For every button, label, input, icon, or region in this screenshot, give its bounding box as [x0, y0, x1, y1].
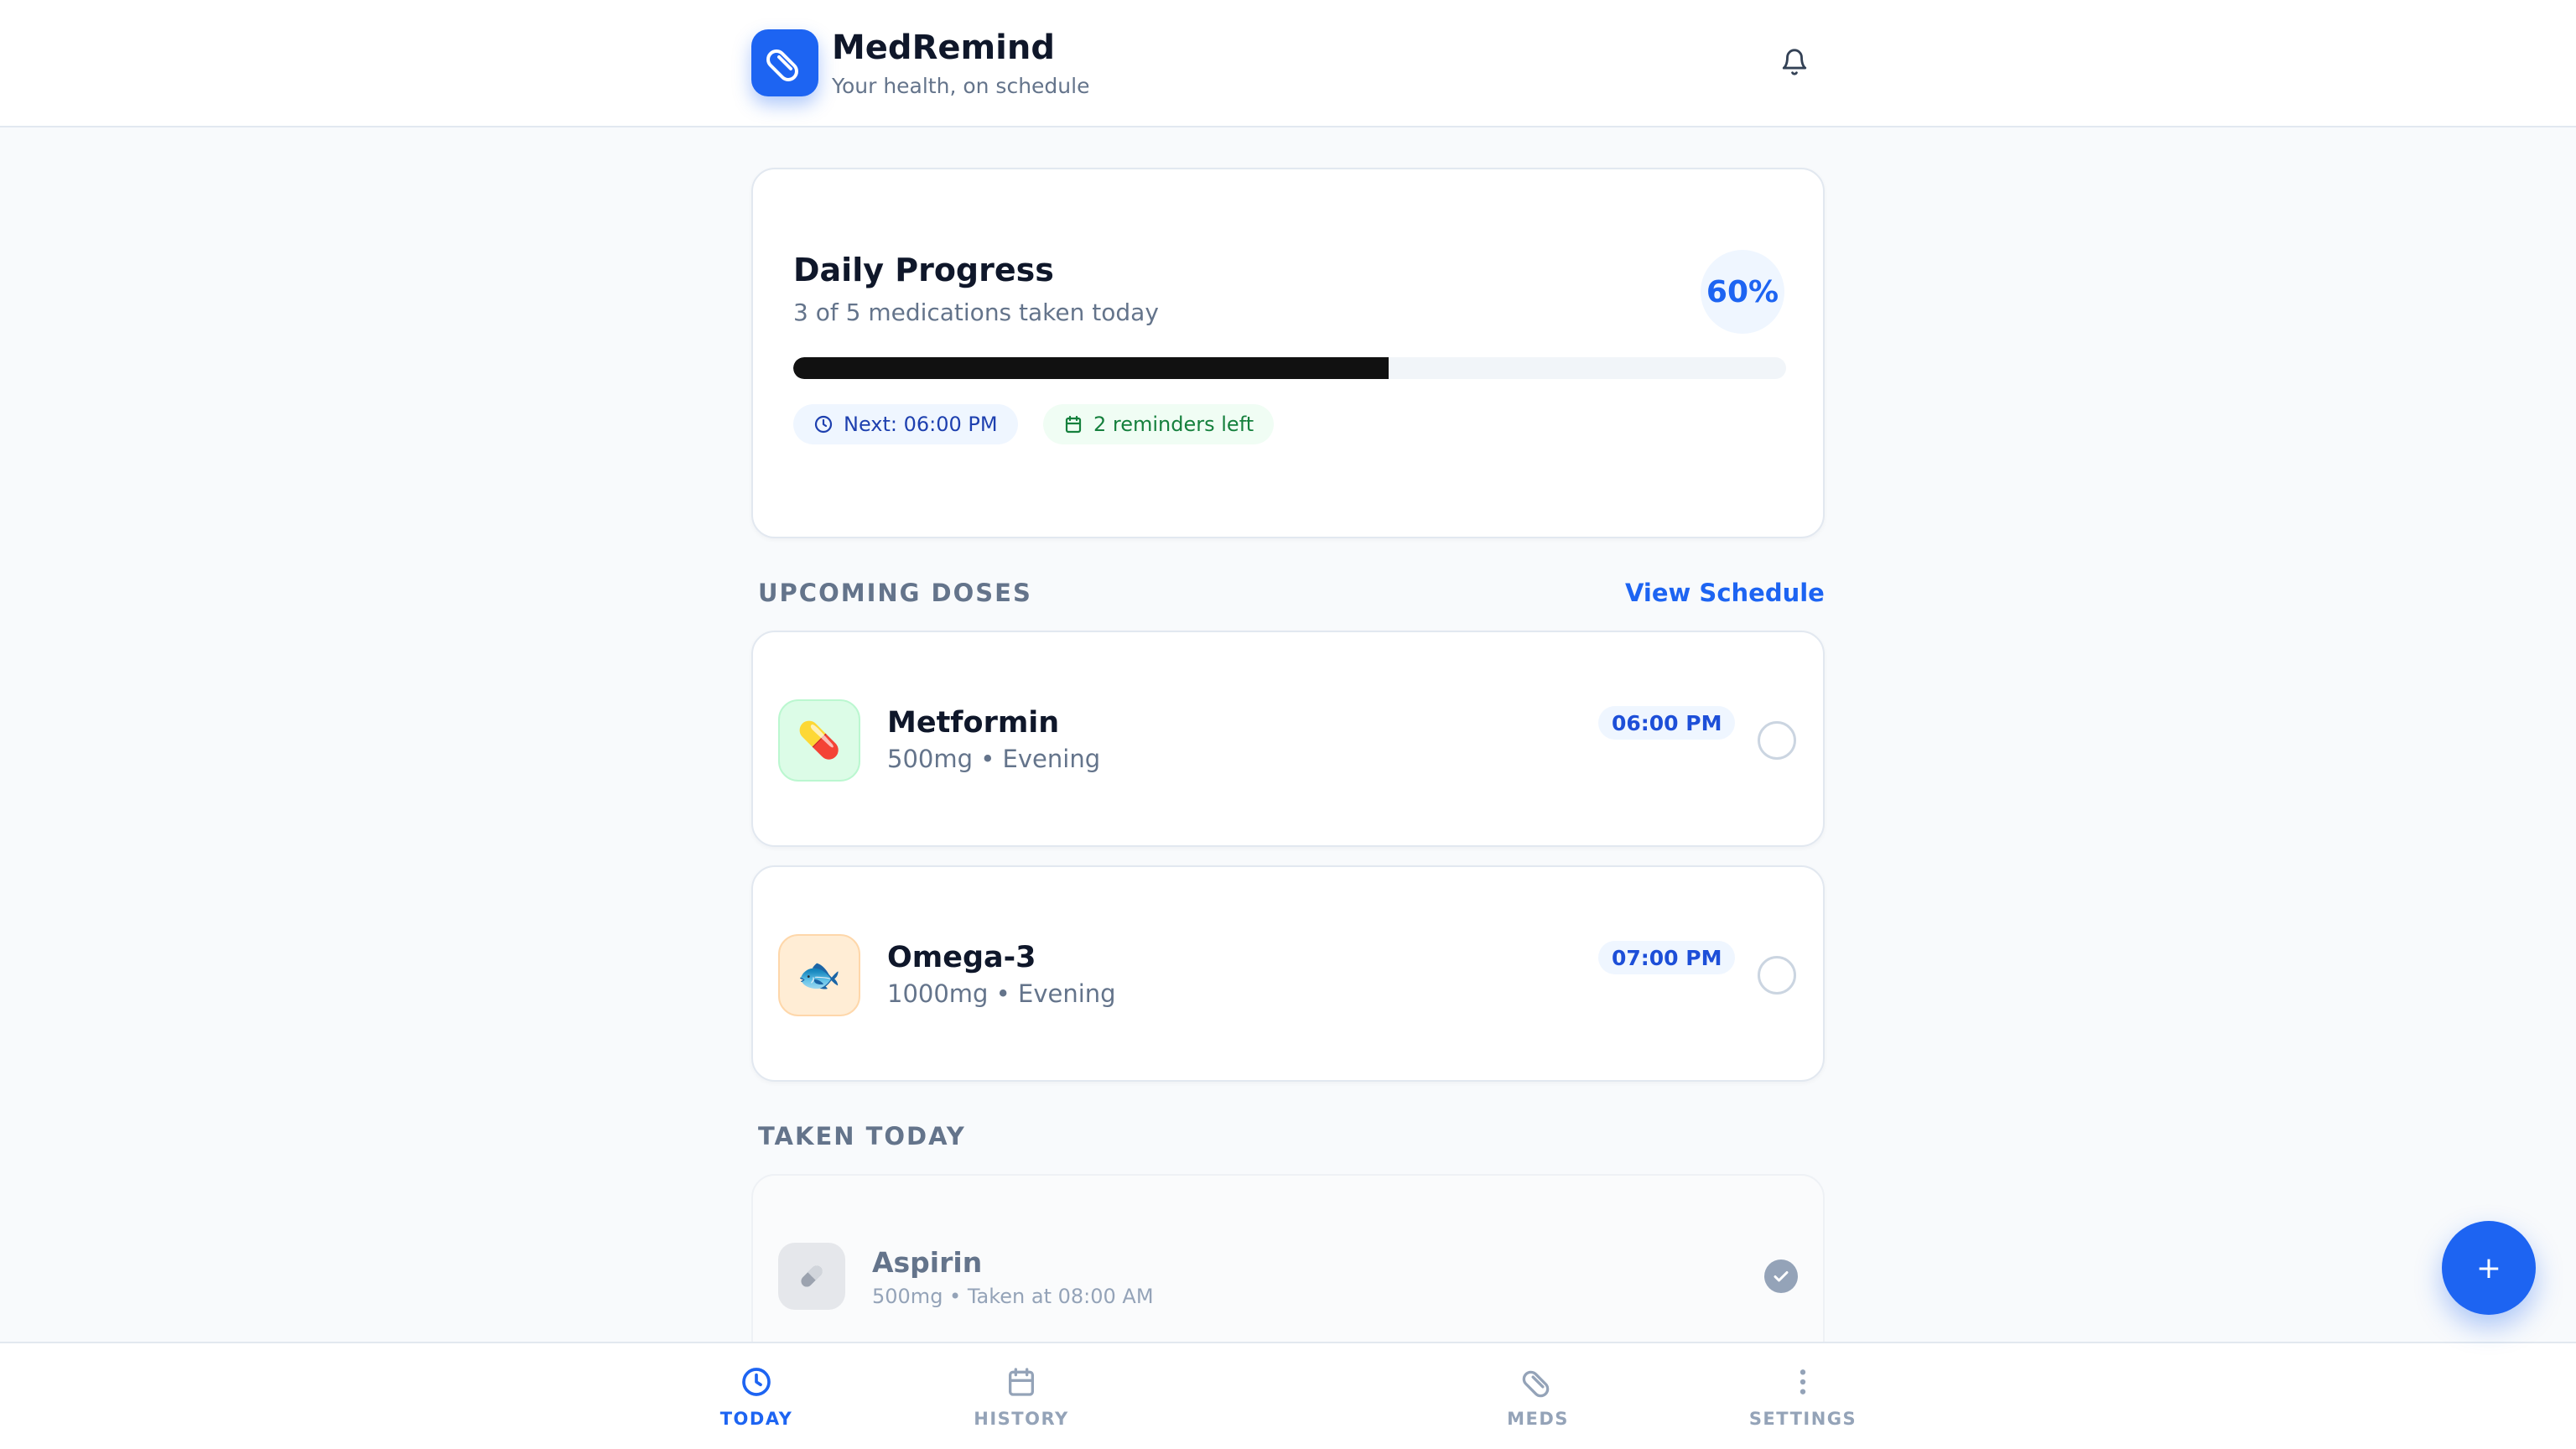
- next-dose-label: Next: 06:00 PM: [844, 413, 998, 436]
- check-icon: [1774, 1271, 1789, 1282]
- nav-label: HISTORY: [974, 1409, 1069, 1429]
- med-name: Aspirin: [872, 1246, 983, 1279]
- notifications-button[interactable]: [1776, 44, 1813, 80]
- app-screen: MedRemind Your health, on schedule Daily…: [0, 0, 2576, 1449]
- med-detail: 1000mg • Evening: [887, 979, 1116, 1008]
- progress-summary: 3 of 5 medications taken today: [793, 299, 1159, 326]
- pill-icon: [1519, 1363, 1556, 1400]
- dose-time-badge: 07:00 PM: [1598, 941, 1736, 974]
- app-subtitle: Your health, on schedule: [832, 74, 1090, 98]
- nav-label: SETTINGS: [1748, 1409, 1857, 1429]
- nav-tab-meds[interactable]: MEDS: [1454, 1363, 1622, 1429]
- med-detail: 500mg • Evening: [887, 745, 1101, 773]
- progress-bar: [793, 357, 1786, 379]
- next-dose-chip: Next: 06:00 PM: [793, 404, 1018, 444]
- progress-title: Daily Progress: [793, 252, 1054, 288]
- dose-time-badge: 06:00 PM: [1598, 706, 1736, 740]
- med-detail: 500mg • Taken at 08:00 AM: [872, 1285, 1154, 1308]
- dose-card-metformin[interactable]: 💊 Metformin 500mg • Evening 06:00 PM: [751, 631, 1825, 847]
- clock-icon: [738, 1363, 775, 1400]
- nav-label: TODAY: [719, 1409, 793, 1429]
- bottom-navigation: TODAY HISTORY MEDS SETTINGS: [0, 1342, 2576, 1449]
- med-icon-tile: 🐟: [778, 934, 860, 1016]
- pill-icon: [766, 49, 798, 81]
- pill-icon: [801, 1265, 823, 1287]
- daily-progress-card: Daily Progress 3 of 5 medications taken …: [751, 168, 1825, 538]
- med-icon-tile: 💊: [778, 699, 860, 782]
- med-icon-tile: [778, 1243, 845, 1310]
- progress-bar-fill: [793, 357, 1389, 379]
- add-medication-button[interactable]: +: [2442, 1221, 2536, 1315]
- fish-icon: 🐟: [797, 954, 842, 995]
- nav-label: MEDS: [1507, 1409, 1569, 1429]
- mark-taken-checkbox[interactable]: [1758, 956, 1796, 995]
- app-header: MedRemind Your health, on schedule: [0, 0, 2576, 127]
- plus-icon: +: [2475, 1250, 2502, 1285]
- upcoming-doses-heading: UPCOMING DOSES: [758, 579, 1032, 607]
- calendar-icon: [1003, 1363, 1040, 1400]
- nav-tab-today[interactable]: TODAY: [673, 1363, 840, 1429]
- taken-checkbox[interactable]: [1764, 1259, 1798, 1293]
- reminders-label: 2 reminders left: [1093, 413, 1254, 436]
- med-name: Omega-3: [887, 941, 1036, 974]
- clock-icon: [814, 415, 833, 434]
- nav-tab-history[interactable]: HISTORY: [937, 1363, 1105, 1429]
- calendar-icon: [1065, 415, 1082, 434]
- progress-percent: 60%: [1701, 250, 1784, 334]
- more-vertical-icon: [1784, 1363, 1821, 1400]
- taken-today-heading: TAKEN TODAY: [758, 1122, 966, 1150]
- mark-taken-checkbox[interactable]: [1758, 721, 1796, 760]
- med-name: Metformin: [887, 706, 1060, 740]
- view-schedule-link[interactable]: View Schedule: [1625, 579, 1825, 607]
- capsule-icon: 💊: [797, 719, 842, 761]
- app-logo: [751, 29, 818, 96]
- bell-icon: [1782, 49, 1807, 75]
- reminders-chip: 2 reminders left: [1043, 404, 1275, 444]
- app-title: MedRemind: [832, 29, 1055, 67]
- dose-card-omega3[interactable]: 🐟 Omega-3 1000mg • Evening 07:00 PM: [751, 865, 1825, 1082]
- nav-tab-settings[interactable]: SETTINGS: [1719, 1363, 1887, 1429]
